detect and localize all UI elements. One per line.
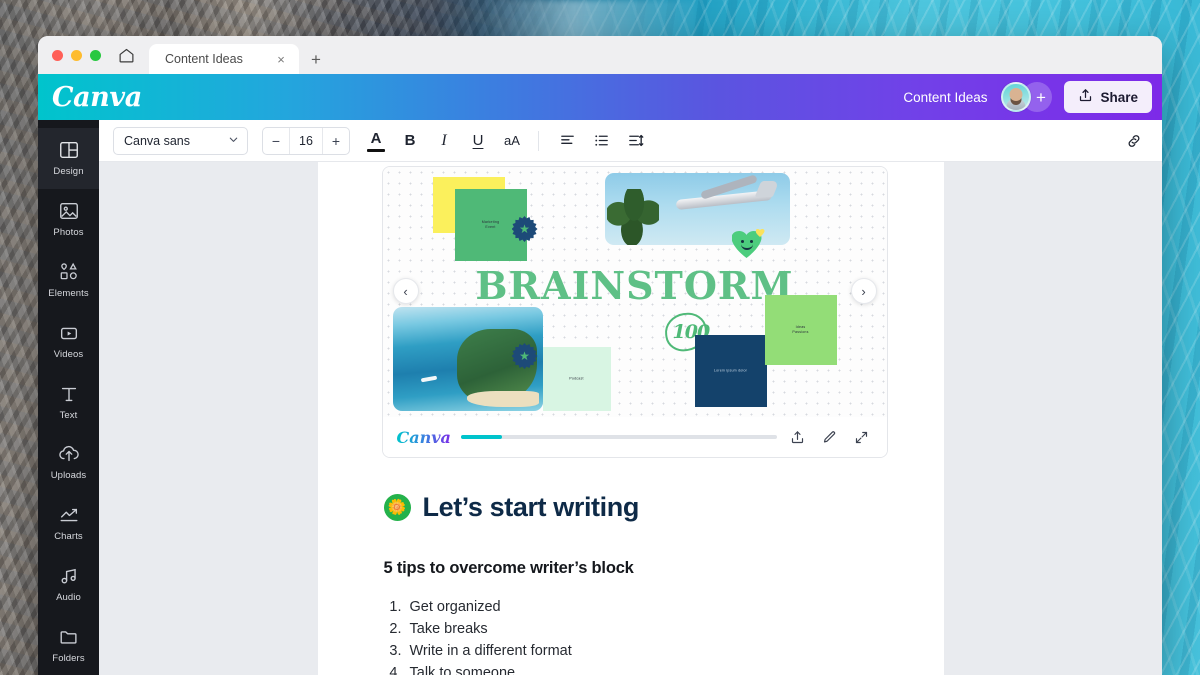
heart-smile-sticker[interactable] (732, 231, 762, 259)
sidebar-item-elements[interactable]: Elements (38, 250, 99, 311)
embed-expand-icon[interactable] (851, 426, 873, 448)
collaborators-group: + (1001, 82, 1052, 112)
canva-app-header: Canva Content Ideas + Share (38, 74, 1162, 120)
folders-icon (58, 626, 80, 648)
sidebar-item-text[interactable]: Text (38, 371, 99, 432)
app-body: Design Photos Elements (38, 120, 1162, 675)
canva-design-embed[interactable]: MarketingEvent (382, 166, 888, 458)
sidebar-label-elements: Elements (48, 288, 88, 299)
list-item: Take breaks (406, 618, 896, 640)
section-subheading[interactable]: 5 tips to overcome writer’s block (384, 559, 896, 578)
tab-title: Content Ideas (165, 52, 265, 66)
text-icon (58, 383, 80, 405)
window-controls (48, 36, 109, 74)
page-title-text: Let’s start writing (423, 492, 639, 523)
list-item: Write in a different format (406, 640, 896, 662)
embed-footer: Canva (383, 417, 887, 457)
embed-edit-icon[interactable] (819, 426, 841, 448)
align-left-icon[interactable] (553, 127, 581, 155)
flower-emoji-icon: 🌼 (384, 494, 411, 521)
sidebar-label-uploads: Uploads (51, 470, 87, 481)
share-button-label: Share (1100, 90, 1138, 105)
sidebar-item-videos[interactable]: Videos (38, 310, 99, 371)
close-window-button[interactable] (52, 50, 63, 61)
document-title[interactable]: Content Ideas (903, 90, 987, 105)
tips-ordered-list[interactable]: Get organizedTake breaksWrite in a diffe… (384, 596, 896, 675)
browser-window: Content Ideas × + Canva Content Ideas + … (38, 36, 1162, 675)
close-tab-icon[interactable]: × (273, 51, 289, 67)
sticky-note-mint-text: Podcast (543, 377, 611, 382)
sidebar-label-text: Text (60, 410, 78, 421)
airplane-shape (670, 185, 776, 211)
canva-embed-logo[interactable]: Canva (397, 428, 451, 447)
font-size-increase-button[interactable]: + (323, 128, 349, 154)
link-icon[interactable] (1120, 127, 1148, 155)
embed-next-button[interactable]: › (851, 278, 877, 304)
text-color-button[interactable]: A (362, 127, 390, 155)
maximize-window-button[interactable] (90, 50, 101, 61)
audio-icon (58, 565, 80, 587)
embed-canvas: MarketingEvent (383, 167, 887, 417)
elements-icon (58, 261, 80, 283)
share-button[interactable]: Share (1064, 81, 1152, 113)
underline-button[interactable]: U (464, 127, 492, 155)
sidebar-item-folders[interactable]: Folders (38, 614, 99, 675)
page-title[interactable]: 🌼 Let’s start writing (384, 492, 896, 523)
document-content: MarketingEvent (318, 162, 944, 675)
home-icon[interactable] (109, 36, 143, 74)
browser-tab-strip: Content Ideas × + (38, 36, 1162, 74)
sidebar-item-charts[interactable]: Charts (38, 493, 99, 554)
font-family-select[interactable]: Canva sans (113, 127, 248, 155)
embed-progress-bar[interactable] (461, 435, 777, 439)
charts-icon (58, 504, 80, 526)
embed-prev-button[interactable]: ‹ (393, 278, 419, 304)
line-spacing-icon[interactable] (621, 127, 649, 155)
sidebar-label-audio: Audio (56, 592, 81, 603)
bold-button[interactable]: B (396, 127, 424, 155)
photos-icon (58, 200, 80, 222)
sticky-note-lime[interactable]: IdeasPassions (765, 295, 837, 365)
sidebar-label-photos: Photos (53, 227, 83, 238)
list-item: Get organized (406, 596, 896, 618)
embed-progress-fill (461, 435, 502, 439)
sticky-note-navy-text: Lorem ipsum dolor (695, 369, 767, 374)
italic-button[interactable]: I (430, 127, 458, 155)
sticky-note-mint[interactable]: Podcast (543, 347, 611, 411)
sticky-note-lime-text: IdeasPassions (765, 325, 837, 335)
font-family-value: Canva sans (124, 134, 228, 148)
sidebar-label-videos: Videos (54, 349, 83, 360)
sidebar-item-photos[interactable]: Photos (38, 189, 99, 250)
sidebar-item-audio[interactable]: Audio (38, 553, 99, 614)
font-size-value[interactable]: 16 (289, 128, 323, 154)
document-page: MarketingEvent (318, 162, 944, 675)
sidebar-item-uploads[interactable]: Uploads (38, 432, 99, 493)
editor-pane: Canva sans − 16 + A B I U aA (99, 120, 1162, 675)
share-upload-icon (1078, 88, 1093, 106)
bulleted-list-icon[interactable] (587, 127, 615, 155)
sidebar-label-charts: Charts (54, 531, 83, 542)
browser-tab[interactable]: Content Ideas × (149, 44, 299, 74)
font-size-decrease-button[interactable]: − (263, 128, 289, 154)
videos-icon (58, 322, 80, 344)
sidebar-item-design[interactable]: Design (38, 128, 99, 189)
header-right-group: Content Ideas + Share (903, 81, 1152, 113)
text-toolbar: Canva sans − 16 + A B I U aA (99, 120, 1162, 162)
document-scroll-area[interactable]: MarketingEvent (99, 162, 1162, 675)
new-tab-button[interactable]: + (303, 44, 329, 74)
uploads-icon (58, 443, 80, 465)
sidebar-label-folders: Folders (52, 653, 84, 664)
letter-case-button[interactable]: aA (498, 127, 526, 155)
chevron-down-icon (228, 134, 239, 148)
canva-logo[interactable]: Canva (52, 82, 142, 113)
design-icon (58, 139, 80, 161)
sidebar-label-design: Design (53, 166, 83, 177)
palm-foliage (607, 189, 659, 245)
toolbar-divider (538, 131, 539, 151)
minimize-window-button[interactable] (71, 50, 82, 61)
sticky-note-navy[interactable]: Lorem ipsum dolor (695, 335, 767, 407)
font-size-stepper[interactable]: − 16 + (262, 127, 350, 155)
list-item: Talk to someone (406, 662, 896, 675)
embed-share-icon[interactable] (787, 426, 809, 448)
left-sidebar: Design Photos Elements (38, 120, 99, 675)
